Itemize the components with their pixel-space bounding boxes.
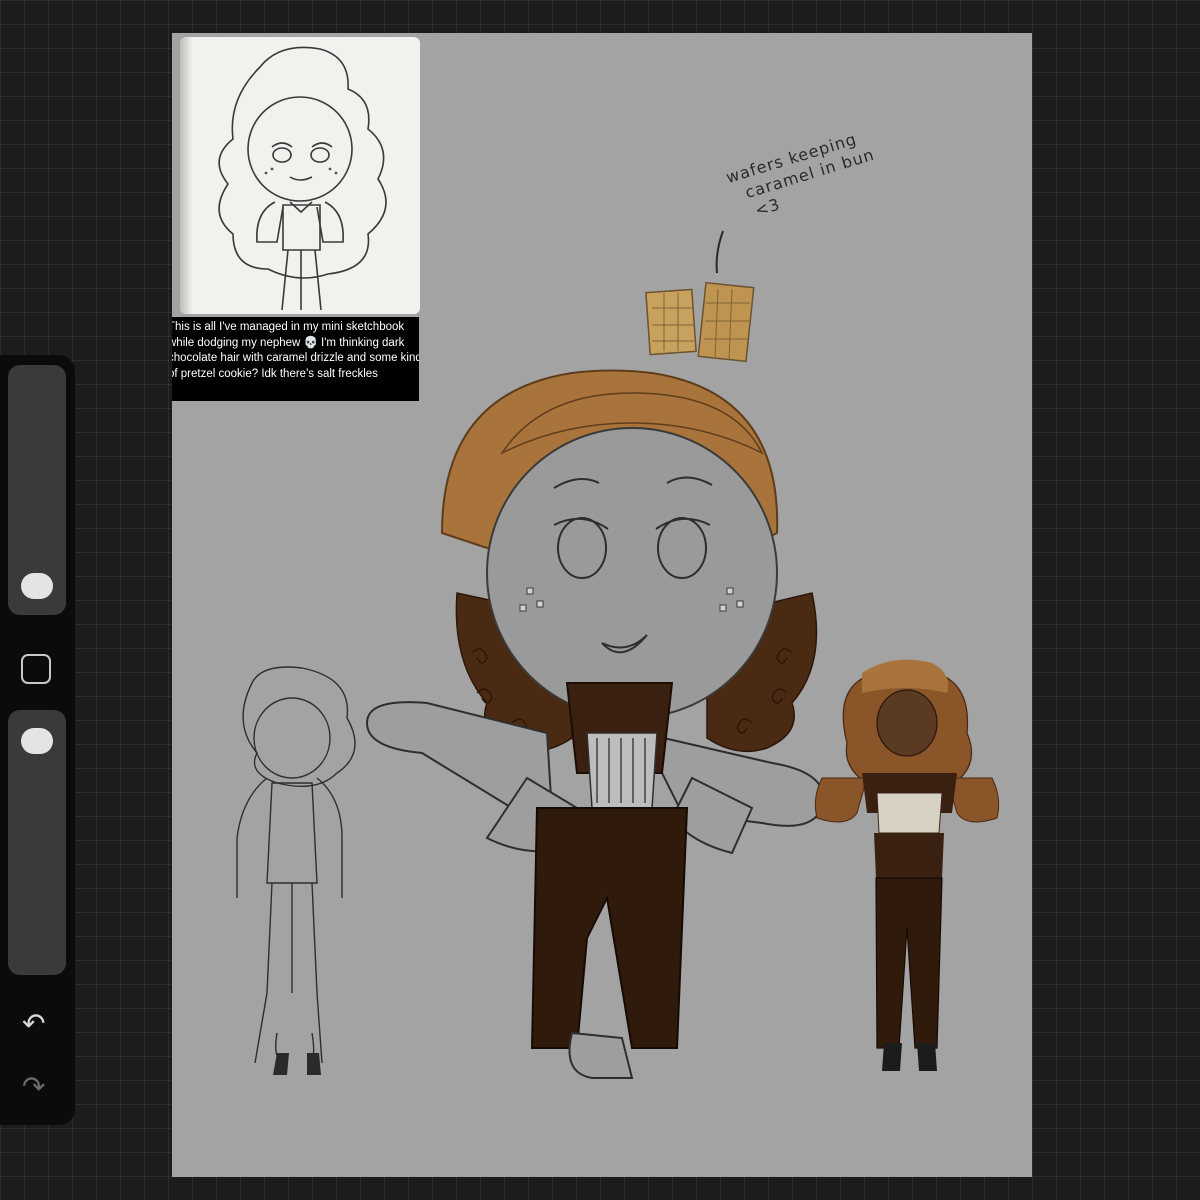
face	[486, 427, 778, 719]
opacity-slider[interactable]	[8, 710, 66, 975]
brush-size-thumb[interactable]	[21, 573, 53, 599]
undo-icon[interactable]: ↶	[22, 1010, 45, 1038]
annotation-pointer	[715, 230, 724, 274]
wafer-shape	[645, 281, 755, 363]
line-sketch-figure	[236, 666, 356, 1064]
pants	[530, 807, 689, 1049]
eyedropper-square-icon[interactable]	[21, 654, 51, 684]
brush-size-slider[interactable]	[8, 365, 66, 615]
drawing-canvas[interactable]: This is all I've managed in my mini sket…	[172, 33, 1032, 1177]
opacity-thumb[interactable]	[21, 728, 53, 754]
sidebar-toolbar: ↶ ↷	[0, 355, 75, 1125]
colored-figure	[814, 659, 1000, 1071]
redo-icon[interactable]: ↷	[22, 1073, 45, 1101]
